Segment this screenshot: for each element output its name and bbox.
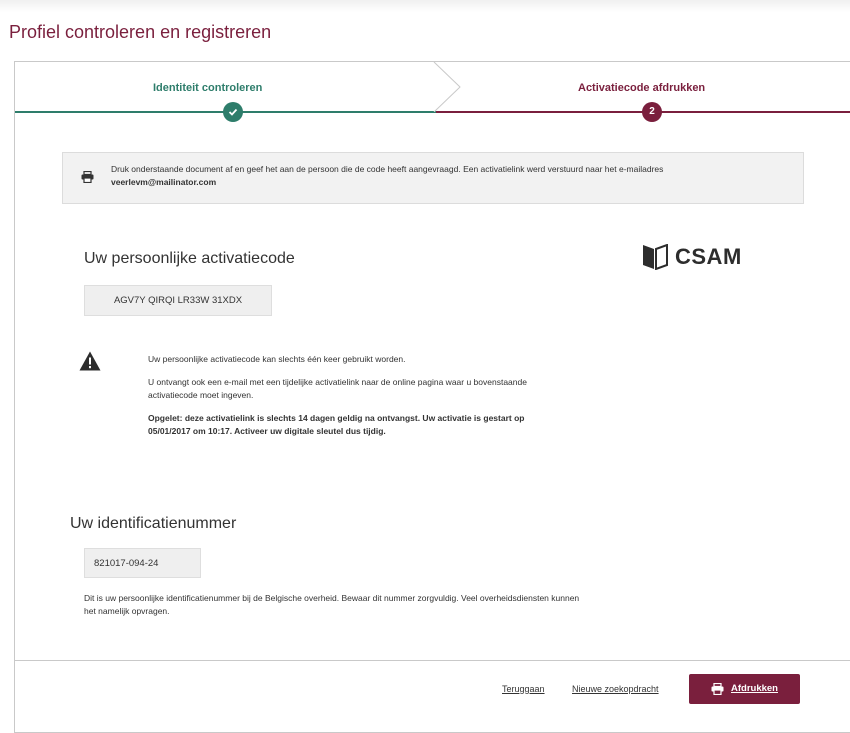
warning-text: Uw persoonlijke activatiecode kan slecht… [148,353,568,448]
page-title: Profiel controleren en registreren [9,22,272,42]
wizard-panel: Identiteit controleren Activatiecode afd… [14,61,850,733]
identification-number-field: 821017-094-24 [84,548,201,578]
warning-line-3: Opgelet: deze activatielink is slechts 1… [148,413,525,436]
csam-logo: CSAM [641,243,741,275]
activation-code-title: Uw persoonlijke activatiecode [84,250,295,267]
step-2-label: Activatiecode afdrukken [578,82,706,94]
csam-logo-icon [643,243,668,271]
printer-icon [81,171,94,183]
new-search-link[interactable]: Nieuwe zoekopdracht [572,684,659,694]
step-1-label: Identiteit controleren [153,82,263,94]
info-message: Druk onderstaande document af en geef he… [62,152,804,204]
footer-divider [15,660,850,661]
step-1-marker [223,102,243,122]
warning-icon [79,351,101,371]
csam-logo-text: CSAM [675,244,742,269]
step-indicator: Identiteit controleren Activatiecode afd… [15,62,850,122]
top-shadow [0,0,850,12]
back-link[interactable]: Teruggaan [502,684,545,694]
activation-code-field: AGV7Y QIRQI LR33W 31XDX [84,285,272,316]
info-email: veerlevm@mailinator.com [111,177,217,187]
info-message-text: Druk onderstaande document af en geef he… [111,164,664,174]
warning-line-2: U ontvangt ook een e-mail met een tijdel… [148,377,527,400]
step-2-marker: 2 [642,102,662,122]
warning-line-1: Uw persoonlijke activatiecode kan slecht… [148,354,406,364]
printer-icon [711,683,724,695]
info-text: Druk onderstaande document af en geef he… [111,163,791,189]
print-button[interactable]: Afdrukken [689,674,800,704]
step-separator-arrow [433,62,461,112]
identification-title: Uw identificatienummer [70,515,237,532]
print-button-label: Afdrukken [731,683,778,694]
check-icon [228,108,238,116]
identification-description: Dit is uw persoonlijke identificatienumm… [84,593,580,616]
